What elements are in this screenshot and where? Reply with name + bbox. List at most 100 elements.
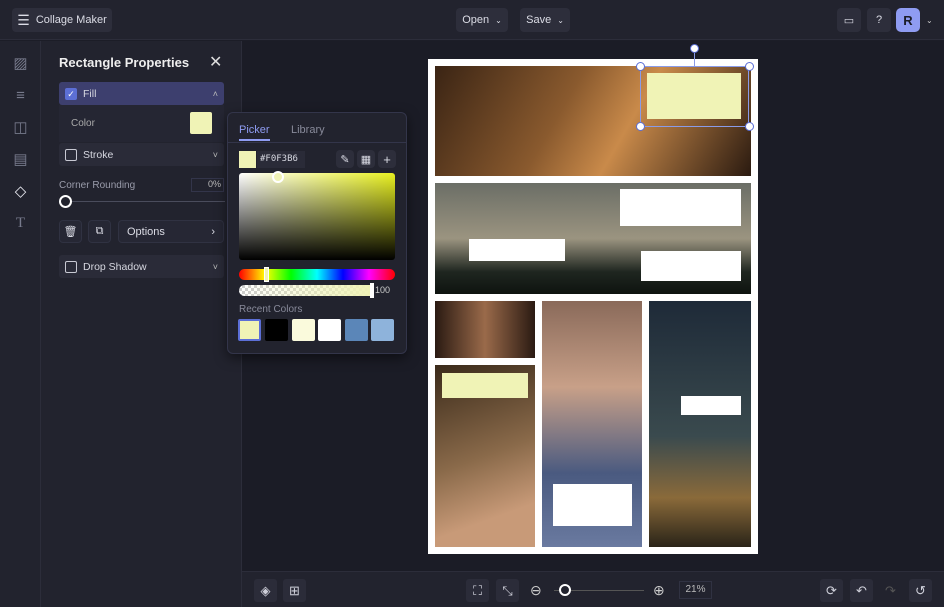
properties-panel: Rectangle Properties ✕ ✓ Fill ˄ Color St… bbox=[41, 41, 242, 607]
add-color-icon[interactable]: + bbox=[378, 150, 396, 168]
layout-icon[interactable]: ◫ bbox=[12, 119, 29, 136]
tab-library[interactable]: Library bbox=[291, 124, 325, 136]
avatar[interactable]: R bbox=[896, 8, 920, 32]
corner-slider-thumb[interactable] bbox=[59, 195, 72, 208]
undo-icon[interactable]: ↶ bbox=[850, 579, 873, 602]
rotate-handle[interactable] bbox=[690, 44, 699, 53]
opacity-thumb[interactable] bbox=[370, 283, 374, 298]
zoom-in-icon[interactable]: ⊕ bbox=[653, 582, 665, 599]
history-icon[interactable]: ↺ bbox=[909, 579, 932, 602]
redo-icon[interactable]: ↷ bbox=[879, 579, 902, 602]
color-swatch-button[interactable] bbox=[190, 112, 212, 134]
speech-bubble[interactable] bbox=[553, 484, 632, 526]
stroke-label: Stroke bbox=[83, 148, 114, 161]
eyedropper-icon[interactable]: ✎ bbox=[336, 150, 354, 168]
color-label: Color bbox=[71, 118, 95, 129]
recent-color-swatch[interactable] bbox=[371, 319, 394, 341]
recent-colors-label: Recent Colors bbox=[239, 304, 303, 315]
menu-button[interactable]: ☰ Collage Maker bbox=[12, 8, 112, 32]
drop-shadow-checkbox[interactable] bbox=[65, 260, 77, 273]
trash-icon: 🗑 bbox=[63, 226, 78, 238]
photo-panel-face[interactable] bbox=[435, 301, 535, 358]
close-icon[interactable]: ✕ bbox=[209, 52, 222, 72]
texture-icon[interactable]: ▤ bbox=[12, 151, 29, 168]
resize-handle[interactable] bbox=[636, 62, 645, 71]
color-cursor[interactable] bbox=[272, 171, 284, 183]
recent-color-swatch[interactable] bbox=[292, 319, 315, 341]
duplicate-button[interactable]: ⧉ bbox=[88, 220, 111, 243]
refresh-icon[interactable]: ⟳ bbox=[820, 579, 843, 602]
recent-color-swatch[interactable] bbox=[265, 319, 288, 341]
image-icon[interactable]: ▨ bbox=[12, 55, 29, 72]
stroke-checkbox[interactable] bbox=[65, 148, 77, 161]
bottom-toolbar: ◈ ⊞ ⛶ ⤡ ⊖ ⊕ 21% ⟳ ↶ ↷ ↺ bbox=[242, 571, 944, 607]
saturation-value-area[interactable] bbox=[239, 173, 395, 260]
chevron-down-icon: ⌄ bbox=[557, 15, 564, 25]
hue-thumb[interactable] bbox=[264, 267, 269, 282]
yellow-rectangle[interactable] bbox=[442, 373, 528, 398]
hex-input[interactable]: #F0F3B6 bbox=[257, 151, 305, 168]
selection-box bbox=[640, 66, 749, 127]
save-label: Save bbox=[526, 14, 552, 26]
opacity-slider[interactable] bbox=[239, 285, 372, 296]
stroke-section[interactable]: Stroke ˅ bbox=[59, 143, 224, 166]
speech-bubble[interactable] bbox=[681, 396, 741, 415]
chevron-down-icon: ⌄ bbox=[495, 15, 502, 25]
opacity-value[interactable]: 100 bbox=[375, 285, 390, 295]
hue-slider[interactable] bbox=[239, 269, 395, 280]
zoom-slider-thumb[interactable] bbox=[559, 584, 571, 596]
tab-picker[interactable]: Picker bbox=[239, 124, 270, 141]
options-button[interactable]: Options › bbox=[118, 220, 224, 243]
comment-icon: ▭ bbox=[843, 14, 855, 27]
fill-section[interactable]: ✓ Fill ˄ bbox=[59, 82, 224, 105]
top-bar: ☰ Collage Maker Open ⌄ Save ⌄ ▭ ? R ⌄ bbox=[0, 0, 944, 40]
options-label: Options bbox=[127, 225, 165, 238]
chevron-down-icon: ˅ bbox=[212, 149, 218, 160]
corner-rounding-input[interactable]: 0% bbox=[191, 178, 224, 192]
drop-shadow-label: Drop Shadow bbox=[83, 260, 147, 273]
zoom-value[interactable]: 21% bbox=[679, 581, 712, 599]
resize-handle[interactable] bbox=[745, 62, 754, 71]
grid-view-icon[interactable]: ⊞ bbox=[283, 579, 306, 602]
collage-page[interactable] bbox=[428, 59, 758, 554]
fit-screen-icon[interactable]: ⛶ bbox=[466, 579, 489, 602]
grid-icon[interactable]: ▦ bbox=[357, 150, 375, 168]
panel-title: Rectangle Properties bbox=[59, 55, 190, 70]
current-color-swatch bbox=[239, 151, 256, 168]
comments-button[interactable]: ▭ bbox=[837, 8, 861, 32]
fill-checkbox[interactable]: ✓ bbox=[65, 87, 77, 100]
resize-handle[interactable] bbox=[745, 122, 754, 131]
adjust-icon[interactable]: ≡ bbox=[12, 87, 29, 104]
chevron-right-icon: › bbox=[211, 225, 215, 238]
color-row: Color bbox=[59, 105, 224, 142]
save-button[interactable]: Save ⌄ bbox=[520, 8, 570, 32]
zoom-out-icon[interactable]: ⊖ bbox=[530, 582, 542, 599]
help-button[interactable]: ? bbox=[867, 8, 891, 32]
shrink-icon[interactable]: ⤡ bbox=[496, 579, 519, 602]
open-button[interactable]: Open ⌄ bbox=[456, 8, 508, 32]
app-title: Collage Maker bbox=[35, 14, 107, 26]
speech-bubble[interactable] bbox=[641, 251, 741, 281]
hamburger-icon: ☰ bbox=[17, 11, 30, 28]
color-picker-popup: Picker Library #F0F3B6 ✎ ▦ + 100 Recent … bbox=[227, 112, 407, 354]
chevron-up-icon: ˄ bbox=[212, 88, 218, 99]
layers-icon[interactable]: ◈ bbox=[254, 579, 277, 602]
chevron-down-icon: ˅ bbox=[212, 261, 218, 272]
chevron-down-icon[interactable]: ⌄ bbox=[926, 16, 933, 25]
help-icon: ? bbox=[875, 14, 883, 26]
drop-shadow-section[interactable]: Drop Shadow ˅ bbox=[59, 255, 224, 278]
corner-slider-track[interactable] bbox=[65, 201, 225, 202]
speech-bubble[interactable] bbox=[469, 239, 565, 261]
corner-rounding-label: Corner Rounding bbox=[59, 180, 136, 191]
tool-rail: ▨ ≡ ◫ ▤ ◇ T bbox=[0, 41, 41, 607]
recent-color-swatch[interactable] bbox=[345, 319, 368, 341]
photo-panel-stars[interactable] bbox=[649, 301, 751, 547]
resize-handle[interactable] bbox=[636, 122, 645, 131]
recent-color-swatch[interactable] bbox=[318, 319, 341, 341]
recent-color-swatch[interactable] bbox=[238, 319, 261, 341]
shapes-icon[interactable]: ◇ bbox=[12, 183, 29, 200]
speech-bubble[interactable] bbox=[620, 189, 741, 226]
text-icon[interactable]: T bbox=[12, 215, 29, 232]
delete-button[interactable]: 🗑 bbox=[59, 220, 82, 243]
tab-divider bbox=[228, 142, 406, 143]
